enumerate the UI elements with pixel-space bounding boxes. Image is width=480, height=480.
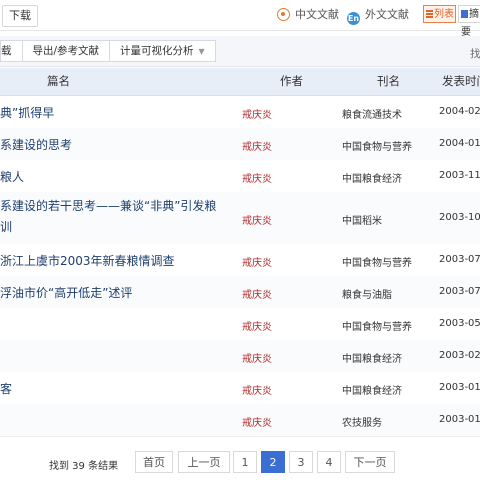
author-link[interactable]: 戒庆炎 <box>242 318 272 333</box>
export-references-label: 导出/参考文献 <box>32 45 100 57</box>
publish-date: 2003-02-2 <box>439 350 480 361</box>
table-row: 浙江上虞市2003年新春粮情调查 戒庆炎 中国食物与营养 2003-07-2 <box>0 244 480 277</box>
download-button[interactable]: 下载 <box>2 5 38 27</box>
journal-link[interactable]: 农技服务 <box>342 414 382 429</box>
chinese-literature-icon <box>277 8 290 21</box>
chevron-down-icon: ▼ <box>198 47 205 56</box>
english-icon: En <box>347 12 360 25</box>
publish-date: 2003-11-2 <box>439 170 480 181</box>
list-view-label: 列表 <box>434 9 454 20</box>
author-link[interactable]: 戒庆炎 <box>242 170 272 185</box>
author-link[interactable]: 戒庆炎 <box>242 212 272 227</box>
publish-date: 2003-01-1 <box>439 414 480 425</box>
journal-link[interactable]: 中国稻米 <box>342 212 382 227</box>
journal-link[interactable]: 中国食物与营养 <box>342 318 412 333</box>
article-title-link[interactable]: 典”抓得早 <box>0 104 54 121</box>
article-title-link[interactable]: 客 <box>0 380 12 397</box>
journal-link[interactable]: 中国食物与营养 <box>342 254 412 269</box>
table-row: 系建设的若干思考——兼谈“非典”引发粮 训 戒庆炎 中国稻米 2003-10-3 <box>0 192 480 245</box>
chinese-literature-label: 中文文献 <box>295 8 339 21</box>
journal-link[interactable]: 中国粮食经济 <box>342 382 402 397</box>
page-1-button[interactable]: 1 <box>233 451 257 473</box>
abstract-icon <box>461 10 468 18</box>
list-icon <box>426 10 433 18</box>
publish-date: 2004-02-1 <box>439 106 480 117</box>
first-page-button[interactable]: 首页 <box>135 451 173 473</box>
publish-date: 2004-01-2 <box>439 138 480 149</box>
top-bar: 下载 中文文献 En 外文文献 列表 摘要 <box>0 0 480 38</box>
journal-link[interactable]: 粮食与油脂 <box>342 286 392 301</box>
table-row: 浮油市价“高开低走”述评 戒庆炎 粮食与油脂 2003-07-1 <box>0 276 480 309</box>
foreign-literature-label: 外文文献 <box>365 8 409 21</box>
table-header: 篇名 作者 刊名 发表时间 <box>0 68 480 96</box>
pagination: 找到 39 条结果 首页 上一页 1 2 3 4 下一页 <box>0 448 480 480</box>
prev-page-button[interactable]: 上一页 <box>178 451 230 473</box>
article-title-link[interactable]: 系建设的思考 <box>0 136 72 153</box>
publish-date: 2003-07-2 <box>439 254 480 265</box>
table-row: 典”抓得早 戒庆炎 粮食流通技术 2004-02-1 <box>0 96 480 129</box>
toolbar-button-group: 载 导出/参考文献 计量可视化分析 ▼ <box>0 40 216 62</box>
journal-link[interactable]: 中国粮食经济 <box>342 170 402 185</box>
author-link[interactable]: 戒庆炎 <box>242 382 272 397</box>
author-link[interactable]: 戒庆炎 <box>242 254 272 269</box>
abstract-view-button[interactable]: 摘要 <box>458 5 480 38</box>
column-header-source[interactable]: 刊名 <box>377 68 400 95</box>
table-row: 戒庆炎 中国食物与营养 2003-05-2 <box>0 308 480 341</box>
publish-date: 2003-01-2 <box>439 382 480 393</box>
author-link[interactable]: 戒庆炎 <box>242 350 272 365</box>
table-row: 戒庆炎 农技服务 2003-01-1 <box>0 404 480 437</box>
batch-download-button[interactable]: 载 <box>1 41 22 61</box>
table-row: 系建设的思考 戒庆炎 中国食物与营养 2004-01-2 <box>0 128 480 161</box>
author-link[interactable]: 戒庆炎 <box>242 138 272 153</box>
journal-link[interactable]: 中国粮食经济 <box>342 350 402 365</box>
journal-link[interactable]: 粮食流通技术 <box>342 106 402 121</box>
foreign-literature-tab[interactable]: En 外文文献 <box>347 6 409 25</box>
visual-analysis-label: 计量可视化分析 <box>120 45 194 57</box>
chinese-literature-tab[interactable]: 中文文献 <box>277 6 339 24</box>
page-2-button[interactable]: 2 <box>261 451 285 473</box>
author-link[interactable]: 戒庆炎 <box>242 286 272 301</box>
column-header-title[interactable]: 篇名 <box>47 68 70 95</box>
author-link[interactable]: 戒庆炎 <box>242 414 272 429</box>
article-title-link[interactable]: 浮油市价“高开低走”述评 <box>0 284 132 301</box>
article-title-link[interactable]: 系建设的若干思考——兼谈“非典”引发粮 训 <box>0 196 240 238</box>
table-row: 戒庆炎 中国粮食经济 2003-02-2 <box>0 340 480 373</box>
publish-date: 2003-07-1 <box>439 286 480 297</box>
toolbar: 载 导出/参考文献 计量可视化分析 ▼ 找 <box>0 36 480 67</box>
column-header-author[interactable]: 作者 <box>280 68 303 95</box>
table-row: 客 戒庆炎 中国粮食经济 2003-01-2 <box>0 372 480 405</box>
journal-link[interactable]: 中国食物与营养 <box>342 138 412 153</box>
table-row: 粮人 戒庆炎 中国粮食经济 2003-11-2 <box>0 160 480 193</box>
article-title-link[interactable]: 粮人 <box>0 168 24 185</box>
column-header-date[interactable]: 发表时间 <box>442 68 480 95</box>
publish-date: 2003-10-3 <box>439 212 480 223</box>
next-page-button[interactable]: 下一页 <box>345 451 395 473</box>
visual-analysis-dropdown[interactable]: 计量可视化分析 ▼ <box>109 41 215 61</box>
page-3-button[interactable]: 3 <box>289 451 313 473</box>
export-references-button[interactable]: 导出/参考文献 <box>21 41 110 61</box>
page-4-button[interactable]: 4 <box>317 451 341 473</box>
article-title-link[interactable]: 浙江上虞市2003年新春粮情调查 <box>0 252 175 269</box>
result-summary-text: 找 <box>470 48 480 60</box>
author-link[interactable]: 戒庆炎 <box>242 106 272 121</box>
batch-download-label: 载 <box>1 45 12 57</box>
result-count: 找到 39 条结果 <box>49 461 119 472</box>
list-view-button[interactable]: 列表 <box>423 5 456 23</box>
publish-date: 2003-05-2 <box>439 318 480 329</box>
